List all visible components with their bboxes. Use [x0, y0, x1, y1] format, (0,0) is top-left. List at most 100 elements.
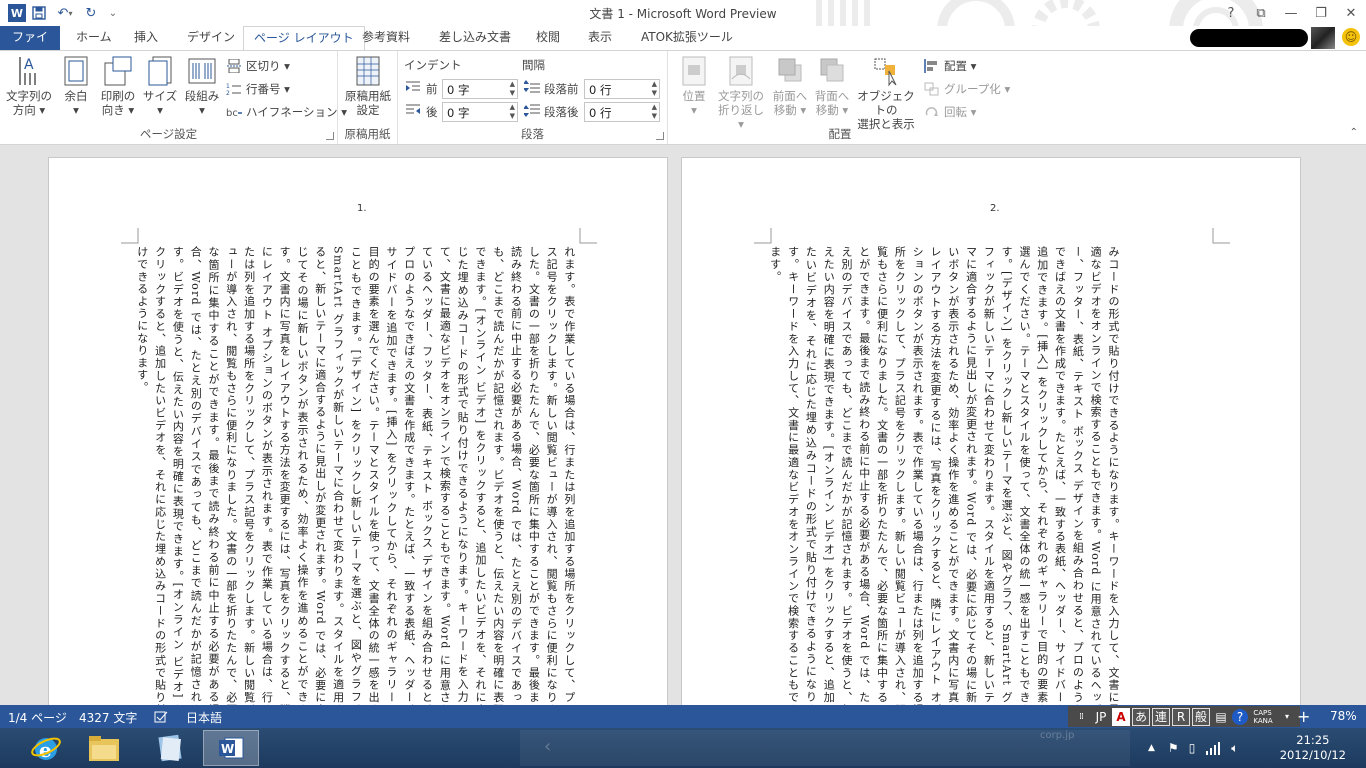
align-button[interactable]: 配置 ▾ [924, 56, 976, 76]
battery-icon[interactable]: ▯ [1189, 741, 1196, 755]
indent-after-input[interactable]: 0 字 ▲ ▼ [442, 102, 518, 122]
group-label-arrange: 配置 [828, 127, 852, 141]
title-bar: W ↶ ▾ ↻ ⌄ 文書 1 - Microsoft Word Preview ?… [0, 0, 1366, 50]
action-center-flag-icon[interactable]: ⚑ [1168, 741, 1179, 755]
size-button[interactable]: サイズ ▾ [142, 55, 178, 117]
hyphenation-icon: bc [226, 108, 242, 119]
space-before-input[interactable]: 0 行 ▲ ▼ [584, 79, 660, 99]
page-number: 2. [990, 203, 1000, 214]
ribbon: A 文字列の 方向 ▾ 余白 ▾ 印刷の 向き ▾ サイズ ▾ 段組み ▾ 区切… [0, 50, 1366, 145]
indent-before-label: 前 [426, 82, 438, 96]
status-bar: 1/4 ページ 4327 文字 日本語 ⁞⁞ JP A あ 連 R 般 ▤ ? … [0, 705, 1366, 728]
paragraph-launcher-icon[interactable] [656, 132, 664, 140]
indent-after-label: 後 [426, 105, 438, 119]
collapse-ribbon-icon[interactable]: ⌃ [1350, 127, 1358, 138]
document-area[interactable]: 1. ビデオを使うと、伝えたい内容を明確に表現できます。[オンライン ビデオ] … [0, 145, 1366, 705]
columns-button[interactable]: 段組み ▾ [182, 55, 222, 117]
ime-options-icon[interactable]: ▾ [1278, 708, 1296, 726]
window-controls: ? ⧉ — ❐ ✕ [1216, 0, 1366, 26]
indent-before-input[interactable]: 0 字 ▲ ▼ [442, 79, 518, 99]
internet-explorer-icon[interactable]: e [18, 730, 74, 766]
wrap-text-button[interactable]: 文字列の 折り返し ▾ [714, 55, 768, 131]
show-hidden-icons[interactable]: ▲ [1148, 743, 1155, 753]
ime-dictionary[interactable]: 般 [1192, 707, 1210, 726]
caps-kana-indicator: CAPS KANA [1253, 708, 1273, 725]
spacing-header: 間隔 [522, 58, 545, 72]
line-numbers-button[interactable]: 12 行番号 ▾ [226, 79, 290, 99]
ime-help-icon[interactable]: ? [1232, 708, 1248, 725]
restore-button[interactable]: ❐ [1306, 0, 1336, 26]
spinner-arrows-icon[interactable]: ▲ ▼ [652, 103, 657, 121]
onenote-app-icon[interactable] [142, 730, 198, 766]
columns-icon [188, 58, 216, 84]
tab-file[interactable]: ファイル [0, 26, 60, 66]
tab-atok-tools[interactable]: ATOK拡張ツール [631, 26, 743, 50]
hyphenation-button[interactable]: bc ハイフネーション ▾ [226, 102, 347, 122]
text-direction-button[interactable]: A 文字列の 方向 ▾ [4, 55, 54, 117]
rotate-icon [925, 107, 938, 116]
volume-icon[interactable]: 🔈︎ [1231, 741, 1238, 756]
send-backward-button[interactable]: 背面へ 移動 ▾ [812, 55, 852, 117]
tab-review[interactable]: 校閲 [526, 26, 570, 50]
window-title: 文書 1 - Microsoft Word Preview [589, 7, 777, 21]
selection-pane-button[interactable]: オブジェクトの 選択と表示 [854, 55, 918, 131]
word-taskbar-icon[interactable]: W [203, 730, 259, 766]
page-setup-launcher-icon[interactable] [326, 132, 334, 140]
spinner-arrows-icon[interactable]: ▲ ▼ [510, 103, 515, 121]
tab-insert[interactable]: 挿入 [124, 26, 168, 50]
close-button[interactable]: ✕ [1336, 0, 1366, 26]
language-status[interactable]: 日本語 [186, 709, 222, 726]
space-after-label: 段落後 [544, 105, 579, 119]
bring-forward-button[interactable]: 前面へ 移動 ▾ [770, 55, 810, 117]
tab-view[interactable]: 表示 [578, 26, 622, 50]
user-account-redacted[interactable] [1190, 29, 1308, 47]
tab-home[interactable]: ホーム [66, 26, 122, 50]
proofing-icon[interactable] [154, 711, 168, 723]
size-icon [148, 56, 172, 86]
group-objects-button[interactable]: グループ化 ▾ [924, 79, 1010, 99]
tab-references[interactable]: 参考資料 [352, 26, 420, 50]
position-button[interactable]: 位置 ▾ [674, 55, 714, 117]
ime-language[interactable]: JP [1092, 708, 1110, 726]
space-after-input[interactable]: 0 行 ▲ ▼ [584, 102, 660, 122]
send-backward-icon [820, 58, 844, 82]
ime-conversion-mode[interactable]: 連 [1152, 707, 1170, 726]
smiley-feedback-icon[interactable]: ☺ [1342, 28, 1360, 46]
minimize-button[interactable]: — [1276, 0, 1306, 26]
ribbon-display-options-button[interactable]: ⧉ [1246, 0, 1276, 26]
wifi-signal-icon[interactable] [1205, 741, 1221, 755]
tab-mailings[interactable]: 差し込み文書 [429, 26, 521, 50]
margins-button[interactable]: 余白 ▾ [58, 55, 94, 117]
orientation-icon [104, 56, 132, 86]
avatar[interactable] [1311, 27, 1335, 49]
page-1-body-text[interactable]: ビデオを使うと、伝えたい内容を明確に表現できます。[オンライン ビデオ] をクリ… [133, 246, 577, 705]
ime-romaji[interactable]: R [1172, 707, 1190, 726]
margin-corner-mark [579, 228, 597, 244]
word-count-status[interactable]: 4327 文字 [79, 709, 137, 726]
align-icon [924, 59, 937, 73]
spinner-arrows-icon[interactable]: ▲ ▼ [652, 80, 657, 98]
svg-text:A: A [24, 57, 34, 73]
page-count-status[interactable]: 1/4 ページ [8, 709, 67, 726]
spinner-arrows-icon[interactable]: ▲ ▼ [510, 80, 515, 98]
ime-menu-icon[interactable]: ▤ [1212, 708, 1230, 726]
tab-page-layout[interactable]: ページ レイアウト [243, 26, 365, 51]
file-explorer-icon[interactable] [76, 730, 132, 766]
rotate-button[interactable]: 回転 ▾ [924, 102, 976, 122]
help-button[interactable]: ? [1216, 0, 1246, 26]
orientation-button[interactable]: 印刷の 向き ▾ [98, 55, 138, 117]
page-2[interactable]: 2. みコードの形式で貼り付けできるようになります。キーワードを入力して、文書に… [681, 157, 1301, 705]
tab-design[interactable]: デザイン [177, 26, 245, 50]
atok-icon[interactable]: A [1112, 707, 1130, 726]
zoom-in-button[interactable]: + [1297, 707, 1310, 726]
manuscript-settings-button[interactable]: 原稿用紙 設定 [342, 55, 394, 117]
breaks-button[interactable]: 区切り ▾ [226, 56, 290, 76]
zoom-level[interactable]: 78% [1330, 709, 1357, 723]
ime-hiragana[interactable]: あ [1132, 707, 1150, 726]
margin-corner-mark [1212, 228, 1230, 244]
taskbar-clock[interactable]: 21:25 2012/10/12 [1280, 733, 1346, 763]
page-1-text-frame: ビデオを使うと、伝えたい内容を明確に表現できます。[オンライン ビデオ] をクリ… [133, 246, 577, 705]
margins-icon [64, 56, 88, 86]
page-1[interactable]: 1. ビデオを使うと、伝えたい内容を明確に表現できます。[オンライン ビデオ] … [48, 157, 668, 705]
page-2-body-text[interactable]: みコードの形式で貼り付けできるようになります。キーワードを入力して、文書に最適な… [766, 246, 1122, 705]
